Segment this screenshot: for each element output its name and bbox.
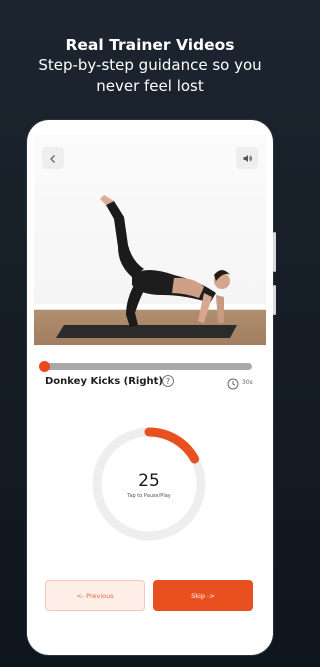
countdown-hint: Tap to Pause/Play: [127, 493, 171, 499]
raised-leg: [106, 201, 144, 277]
yoga-mat: [56, 325, 237, 338]
phone-side-button: [273, 285, 276, 315]
promo-subtitle-line-2: never feel lost: [96, 77, 204, 95]
countdown-timer[interactable]: 25 Tap to Pause/Play: [90, 425, 208, 543]
previous-button[interactable]: <- Previous: [45, 580, 145, 611]
video-progress-bar[interactable]: [39, 361, 252, 372]
skip-button[interactable]: Skip ->: [153, 580, 253, 611]
help-icon[interactable]: ?: [162, 375, 174, 387]
promo-headline: Real Trainer Videos Step-by-step guidanc…: [0, 35, 300, 97]
back-button[interactable]: [42, 147, 64, 169]
exercise-video[interactable]: [34, 135, 266, 345]
right-arm: [216, 295, 224, 323]
promo-subtitle-line-1: Step-by-step guidance so you: [38, 56, 262, 74]
exercise-duration: 30s: [242, 379, 253, 386]
video-progress-knob[interactable]: [39, 361, 50, 372]
countdown-center: 25 Tap to Pause/Play: [90, 425, 208, 543]
countdown-value: 25: [138, 471, 160, 491]
trainer-figure: [56, 195, 237, 338]
promo-title: Real Trainer Videos: [65, 36, 235, 54]
phone-frame: Donkey Kicks (Right) ? 30s 25 Tap to Pau…: [27, 120, 276, 655]
clock-icon: [227, 375, 239, 394]
chevron-left-icon: [48, 149, 58, 168]
exercise-name: Donkey Kicks (Right): [45, 376, 163, 387]
sound-button[interactable]: [236, 147, 258, 169]
phone-side-button: [273, 232, 276, 272]
speaker-icon: [242, 149, 253, 168]
